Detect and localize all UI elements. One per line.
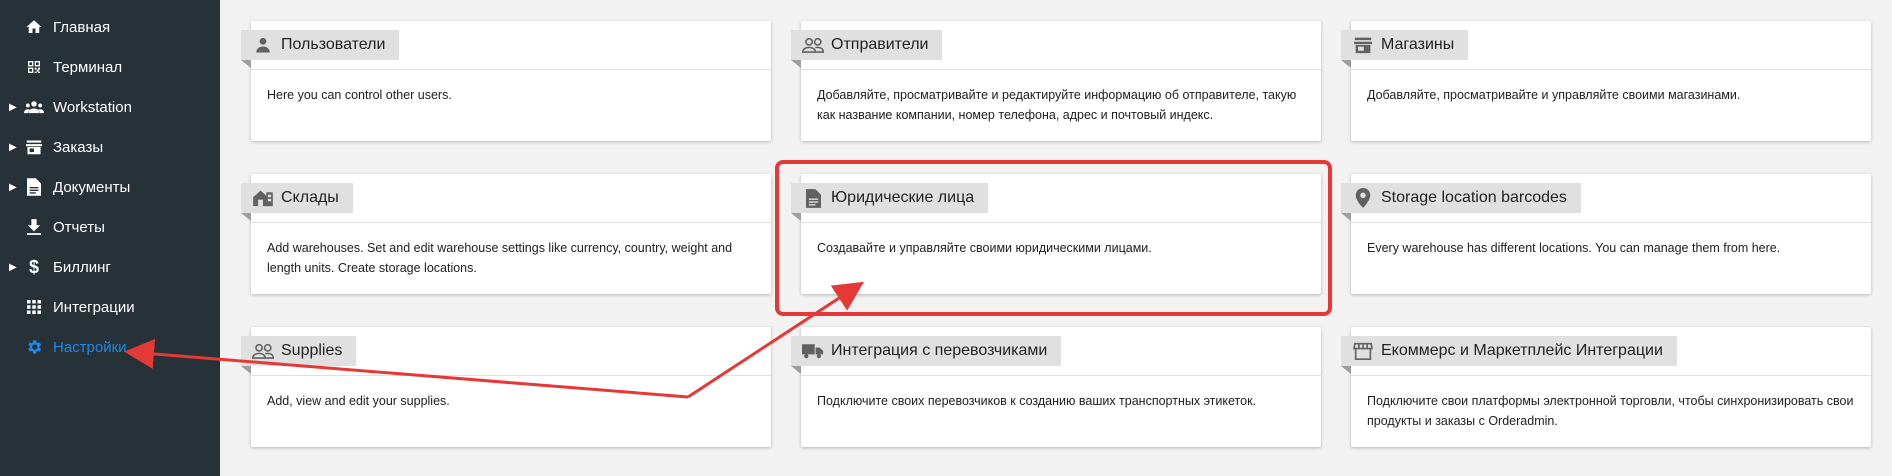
warehouse-icon xyxy=(251,188,275,208)
sidebar-item-integrations[interactable]: Интеграции xyxy=(0,289,220,325)
sidebar-item-label: Настройки xyxy=(53,338,127,356)
card-title: Магазины xyxy=(1381,36,1455,53)
card-title: Екоммерс и Маркетплейс Интеграции xyxy=(1381,342,1663,359)
caret-right-icon: ▶ xyxy=(9,261,17,273)
truck-icon xyxy=(801,341,825,361)
sidebar-item-billing[interactable]: ▶ $ Биллинг xyxy=(0,249,220,285)
card-description: Подключите своих перевозчиков к созданию… xyxy=(817,394,1257,408)
card-title-button[interactable]: Склады xyxy=(241,183,353,221)
divider xyxy=(801,69,1321,70)
caret-right-icon: ▶ xyxy=(9,101,17,113)
card-title: Отправители xyxy=(831,36,929,53)
card-title-button[interactable]: Пользователи xyxy=(241,30,400,68)
sidebar-item-label: Терминал xyxy=(53,58,123,76)
settings-card-stores: Магазины Добавляйте, просматривайте и уп… xyxy=(1341,21,1871,141)
sidebar-item-label: Документы xyxy=(53,178,131,196)
sidebar-item-workstation[interactable]: ▶ Workstation xyxy=(0,89,220,125)
dollar-icon: $ xyxy=(28,256,39,277)
card-description: Add, view and edit your supplies. xyxy=(267,394,450,408)
sidebar-item-terminal[interactable]: Терминал xyxy=(0,49,220,85)
settings-card-users: Пользователи Here you can control other … xyxy=(241,21,771,141)
qr-code-icon xyxy=(24,57,44,77)
settings-card-warehouses: Склады Add warehouses. Set and edit ware… xyxy=(241,174,771,294)
card-title-button[interactable]: Storage location barcodes xyxy=(1341,183,1581,221)
card-description: Add warehouses. Set and edit warehouse s… xyxy=(267,241,733,275)
card-title: Storage location barcodes xyxy=(1381,189,1567,206)
download-icon xyxy=(24,217,44,237)
store-icon xyxy=(1351,35,1375,55)
settings-card-senders: Отправители Добавляйте, просматривайте и… xyxy=(791,21,1321,141)
sidebar-item-label: Биллинг xyxy=(53,258,111,276)
sidebar-item-label: Отчеты xyxy=(53,218,105,236)
card-title: Склады xyxy=(281,189,339,206)
card-description: Добавляйте, просматривайте и редактируйт… xyxy=(817,88,1297,122)
sidebar-item-label: Главная xyxy=(53,18,111,36)
person-icon xyxy=(251,35,275,55)
storefront-icon xyxy=(1351,341,1375,361)
caret-right-icon: ▶ xyxy=(9,181,17,193)
divider xyxy=(251,222,771,223)
settings-card-supplies: Supplies Add, view and edit your supplie… xyxy=(241,327,771,447)
card-title-button[interactable]: Магазины xyxy=(1341,30,1469,68)
sidebar-item-documents[interactable]: ▶ Документы xyxy=(0,169,220,205)
card-title-button[interactable]: Интеграция с перевозчиками xyxy=(791,336,1062,374)
sidebar-item-home[interactable]: Главная xyxy=(0,9,220,45)
card-title-button[interactable]: Supplies xyxy=(241,336,357,374)
apps-grid-icon xyxy=(24,297,44,317)
divider xyxy=(801,375,1321,376)
home-icon xyxy=(24,17,44,37)
sidebar: Главная Терминал ▶ Workstation ▶ Заказы … xyxy=(0,0,220,476)
caret-right-icon: ▶ xyxy=(9,141,17,153)
group-icon xyxy=(24,97,44,117)
divider xyxy=(1351,222,1871,223)
location-pin-icon xyxy=(1351,188,1375,208)
card-title-button[interactable]: Екоммерс и Маркетплейс Интеграции xyxy=(1341,336,1677,374)
settings-card-ecommerce-integrations: Екоммерс и Маркетплейс Интеграции Подклю… xyxy=(1341,327,1871,447)
card-title-button[interactable]: Отправители xyxy=(791,30,943,68)
gear-icon xyxy=(24,337,44,357)
people-outline-icon xyxy=(801,35,825,55)
card-description: Here you can control other users. xyxy=(267,88,452,102)
divider xyxy=(1351,69,1871,70)
document-icon xyxy=(24,177,44,197)
divider xyxy=(1351,375,1871,376)
divider xyxy=(251,69,771,70)
divider xyxy=(251,375,771,376)
sidebar-item-label: Workstation xyxy=(53,98,132,116)
card-title: Supplies xyxy=(281,342,343,359)
store-icon xyxy=(24,137,44,157)
settings-card-carrier-integration: Интеграция с перевозчиками Подключите св… xyxy=(791,327,1321,447)
sidebar-item-label: Интеграции xyxy=(53,298,135,316)
sidebar-item-label: Заказы xyxy=(53,138,104,156)
card-title: Интеграция с перевозчиками xyxy=(831,342,1048,359)
sidebar-item-reports[interactable]: Отчеты xyxy=(0,209,220,245)
settings-card-storage-location-barcodes: Storage location barcodes Every warehous… xyxy=(1341,174,1871,294)
sidebar-item-settings[interactable]: Настройки xyxy=(0,329,220,365)
annotation-highlight-box xyxy=(775,160,1332,316)
card-description: Every warehouse has different locations.… xyxy=(1367,241,1781,255)
card-title: Пользователи xyxy=(281,36,386,53)
card-description: Подключите свои платформы электронной то… xyxy=(1367,394,1854,428)
sidebar-item-orders[interactable]: ▶ Заказы xyxy=(0,129,220,165)
people-outline-icon xyxy=(251,341,275,361)
card-description: Добавляйте, просматривайте и управляйте … xyxy=(1367,88,1741,102)
